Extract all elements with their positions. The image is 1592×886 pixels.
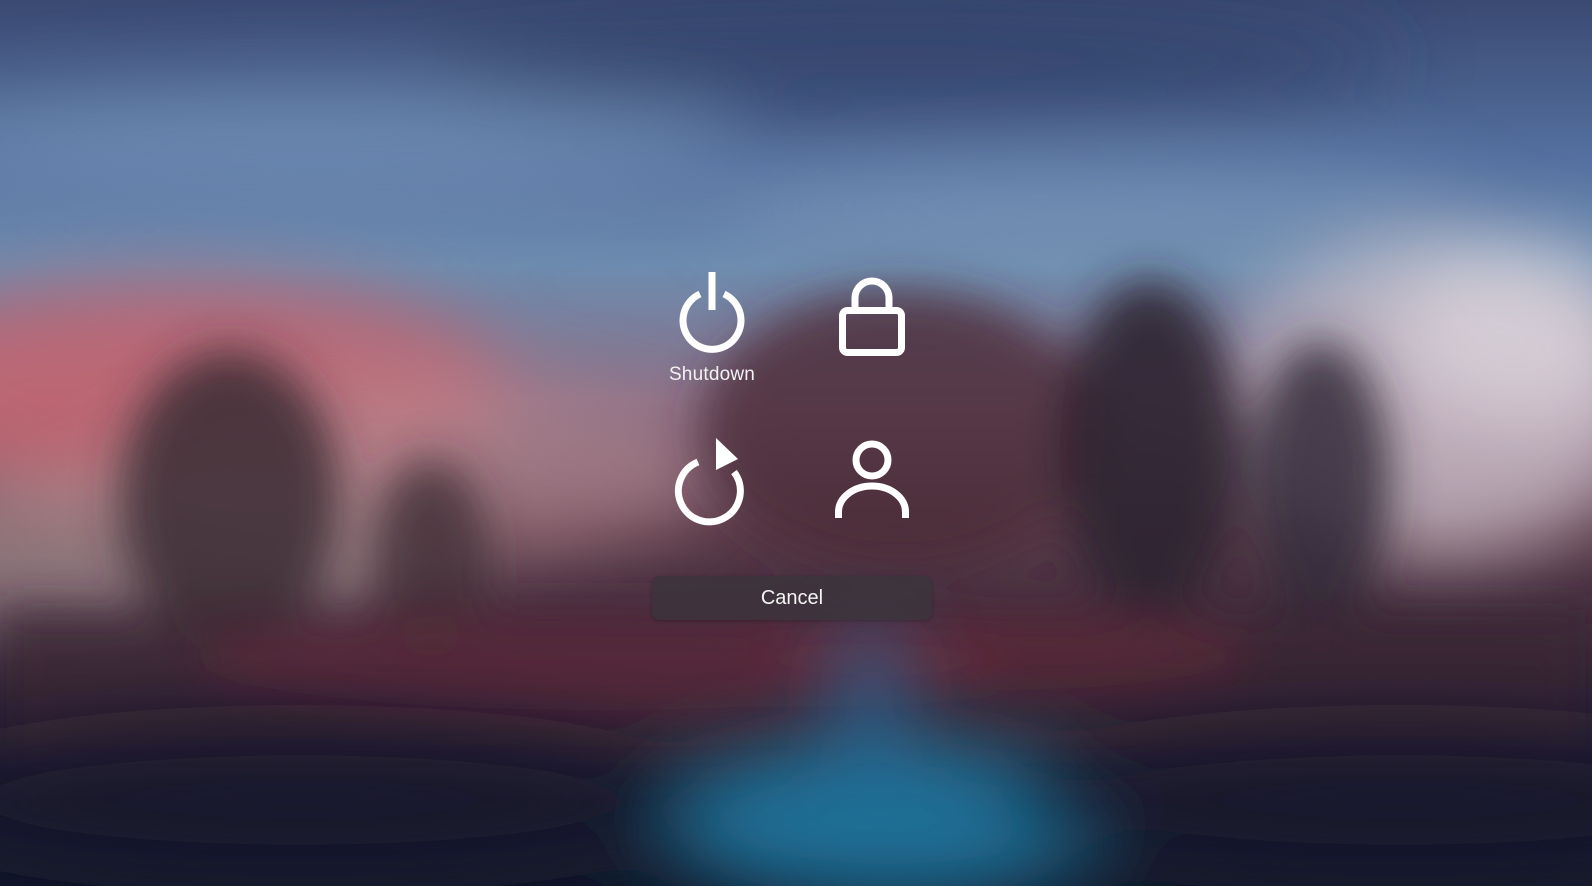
- shutdown-label: Shutdown: [668, 364, 756, 385]
- lock-button[interactable]: [807, 268, 937, 398]
- cancel-button[interactable]: Cancel: [652, 576, 932, 620]
- lock-icon: [839, 277, 905, 356]
- shutdown-button[interactable]: Shutdown: [647, 268, 777, 398]
- switch-user-button[interactable]: [807, 436, 937, 566]
- power-menu-screen: Shutdown Cancel: [0, 0, 1592, 886]
- restart-icon: [674, 438, 744, 526]
- user-icon: [835, 440, 909, 518]
- restart-button[interactable]: [647, 436, 777, 566]
- power-icon: [679, 272, 745, 353]
- blurred-wallpaper: [0, 0, 1592, 886]
